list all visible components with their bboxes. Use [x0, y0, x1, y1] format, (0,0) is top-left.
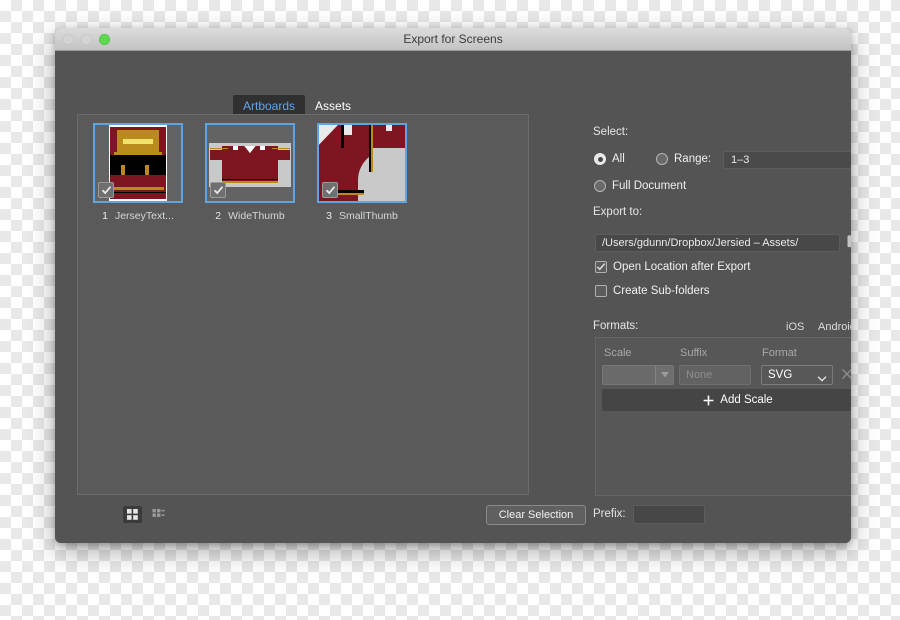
radio-all[interactable]: All — [594, 153, 625, 165]
format-select[interactable]: SVG — [761, 365, 833, 385]
radio-range[interactable]: Range: — [656, 153, 711, 165]
artboard-number: 3 — [326, 210, 332, 222]
checkmark-icon — [213, 185, 223, 194]
formats-panel: Scale Suffix Format None SVG Add Scale — [595, 337, 851, 496]
checkbox-create-subfolders[interactable]: Create Sub-folders — [595, 285, 710, 297]
preset-ios-button[interactable]: iOS — [786, 321, 804, 333]
suffix-input[interactable]: None — [679, 365, 751, 385]
radio-full-document[interactable]: Full Document — [594, 180, 686, 192]
list-view-icon — [152, 509, 165, 517]
checkbox-create-subfolders-label: Create Sub-folders — [613, 285, 710, 297]
scale-input[interactable] — [602, 365, 674, 385]
scale-dropdown-button[interactable] — [655, 366, 673, 384]
artboards-panel[interactable]: 1 JerseyText... 2 WideThumb 3 SmallThumb — [77, 114, 529, 495]
clear-selection-button[interactable]: Clear Selection — [486, 505, 586, 525]
grid-view-button[interactable] — [123, 506, 142, 523]
radio-full-document-indicator — [594, 180, 606, 192]
radio-full-document-label: Full Document — [612, 180, 687, 192]
artboard-grid: 1 JerseyText... 2 WideThumb 3 SmallThumb — [78, 115, 528, 230]
artboard-item[interactable]: 1 JerseyText... — [82, 123, 194, 222]
plus-icon — [703, 395, 714, 405]
list-view-button[interactable] — [149, 506, 168, 523]
checkmark-icon — [596, 263, 606, 271]
format-select-value: SVG — [768, 369, 793, 381]
checkmark-icon — [101, 185, 111, 194]
radio-all-indicator — [594, 153, 606, 165]
artboard-label-1: 1 JerseyText... — [82, 210, 194, 222]
dialog-body: Artboards Assets 1 JerseyText... 2 WideT… — [55, 51, 851, 543]
formats-header-scale: Scale — [604, 347, 632, 359]
radio-range-indicator — [656, 153, 668, 165]
artboard-name: WideThumb — [228, 210, 285, 222]
range-input[interactable]: 1–3 — [723, 151, 851, 169]
prefix-label: Prefix: — [593, 508, 626, 520]
export-to-label: Export to: — [593, 206, 643, 218]
grid-view-icon — [127, 509, 138, 520]
formats-header-format: Format — [762, 347, 797, 359]
export-for-screens-dialog: Export for Screens Artboards Assets 1 Je… — [55, 28, 851, 543]
add-scale-button[interactable]: Add Scale — [602, 389, 851, 411]
artboard-number: 1 — [102, 210, 108, 222]
artboard-checkbox-2[interactable] — [210, 182, 226, 198]
artboard-label-2: 2 WideThumb — [194, 210, 306, 222]
artboard-checkbox-3[interactable] — [322, 182, 338, 198]
checkbox-create-subfolders-box — [595, 285, 607, 297]
artboard-thumbnail-3[interactable] — [317, 123, 407, 203]
checkbox-open-location-box — [595, 261, 607, 273]
formats-header-suffix: Suffix — [680, 347, 708, 359]
title-bar: Export for Screens — [55, 28, 851, 51]
artboard-label-3: 3 SmallThumb — [306, 210, 418, 222]
remove-format-row-button[interactable] — [841, 367, 851, 385]
prefix-input[interactable] — [633, 505, 705, 524]
artboard-thumbnail-1[interactable] — [93, 123, 183, 203]
checkbox-open-location[interactable]: Open Location after Export — [595, 261, 750, 273]
radio-all-label: All — [612, 153, 625, 165]
triangle-down-icon — [660, 372, 669, 378]
view-toggle-group — [123, 506, 168, 523]
preset-android-button[interactable]: Android — [818, 321, 851, 333]
add-scale-label: Add Scale — [720, 394, 773, 406]
radio-range-label: Range: — [674, 153, 712, 165]
export-path-input[interactable]: /Users/gdunn/Dropbox/Jersied – Assets/ — [595, 234, 840, 252]
window-title: Export for Screens — [403, 32, 503, 46]
formats-label: Formats: — [593, 320, 639, 332]
checkbox-open-location-label: Open Location after Export — [613, 261, 751, 273]
close-icon — [842, 369, 851, 379]
artboard-item[interactable]: 3 SmallThumb — [306, 123, 418, 222]
artboard-thumbnail-2[interactable] — [205, 123, 295, 203]
folder-icon[interactable] — [847, 234, 851, 253]
artboard-name: JerseyText... — [114, 210, 174, 222]
artboard-name: SmallThumb — [338, 210, 398, 222]
artboard-item[interactable]: 2 WideThumb — [194, 123, 306, 222]
checkmark-icon — [325, 185, 335, 194]
artboard-checkbox-1[interactable] — [98, 182, 114, 198]
artboard-number: 2 — [215, 210, 222, 222]
select-label: Select: — [593, 126, 629, 138]
chevron-down-icon — [817, 371, 827, 389]
